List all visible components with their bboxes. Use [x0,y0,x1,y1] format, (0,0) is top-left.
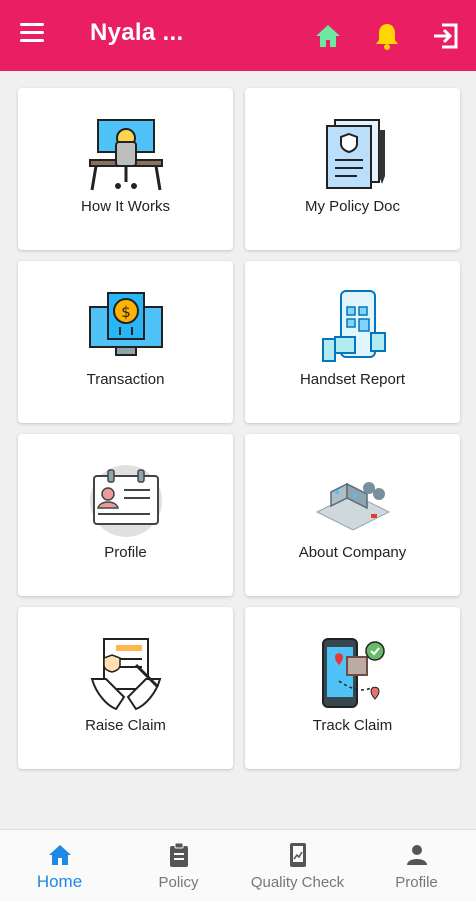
tile-profile[interactable]: Profile [18,434,233,596]
nav-label: Policy [158,874,199,891]
home-icon [48,845,71,865]
tile-label: Track Claim [312,717,393,734]
nav-label: Quality Check [250,874,345,891]
tile-transaction[interactable]: $ Transaction [18,261,233,423]
desk-computer-icon [88,119,163,191]
phone-tracking-icon [321,638,385,708]
menu-icon-line [20,39,44,42]
phone-report-icon [321,290,386,362]
tile-raise-claim[interactable]: Raise Claim [18,607,233,769]
dollar-monitor-icon: $ [88,292,163,356]
phone-chart-icon [289,843,306,867]
policy-document-icon [325,119,385,189]
menu-button[interactable] [20,23,50,49]
nav-label: Home [36,872,83,891]
tile-label: How It Works [81,198,170,215]
tile-track-claim[interactable]: Track Claim [245,607,460,769]
menu-icon [20,23,44,26]
home-icon[interactable] [312,20,344,52]
logout-icon[interactable] [430,20,462,52]
bottom-navigation: Home Policy Quality Check Profile [0,829,476,901]
tile-about-company[interactable]: About Company [245,434,460,596]
claim-document-icon [90,638,161,711]
nav-quality-check[interactable]: Quality Check [238,830,357,901]
tile-handset-report[interactable]: Handset Report [245,261,460,423]
tile-my-policy-doc[interactable]: My Policy Doc [245,88,460,250]
factory-icon [315,482,390,531]
app-bar: Nyala ... [0,0,476,71]
tile-label: My Policy Doc [304,198,401,215]
clipboard-icon [169,842,188,867]
id-card-icon [89,465,162,537]
person-icon [406,845,427,865]
nav-profile[interactable]: Profile [357,830,476,901]
nav-label: Profile [395,874,438,891]
menu-icon-line [20,31,44,34]
tile-label: Profile [104,544,147,561]
app-title: Nyala ... [90,19,184,46]
bell-icon[interactable] [371,20,403,52]
tile-how-it-works[interactable]: How It Works [18,88,233,250]
tile-label: Handset Report [299,371,406,388]
nav-home[interactable]: Home [0,830,119,901]
nav-policy[interactable]: Policy [119,830,238,901]
svg-text:$: $ [121,303,131,321]
tile-label: Transaction [86,371,165,388]
tile-label: Raise Claim [85,717,166,734]
tile-label: About Company [298,544,407,561]
